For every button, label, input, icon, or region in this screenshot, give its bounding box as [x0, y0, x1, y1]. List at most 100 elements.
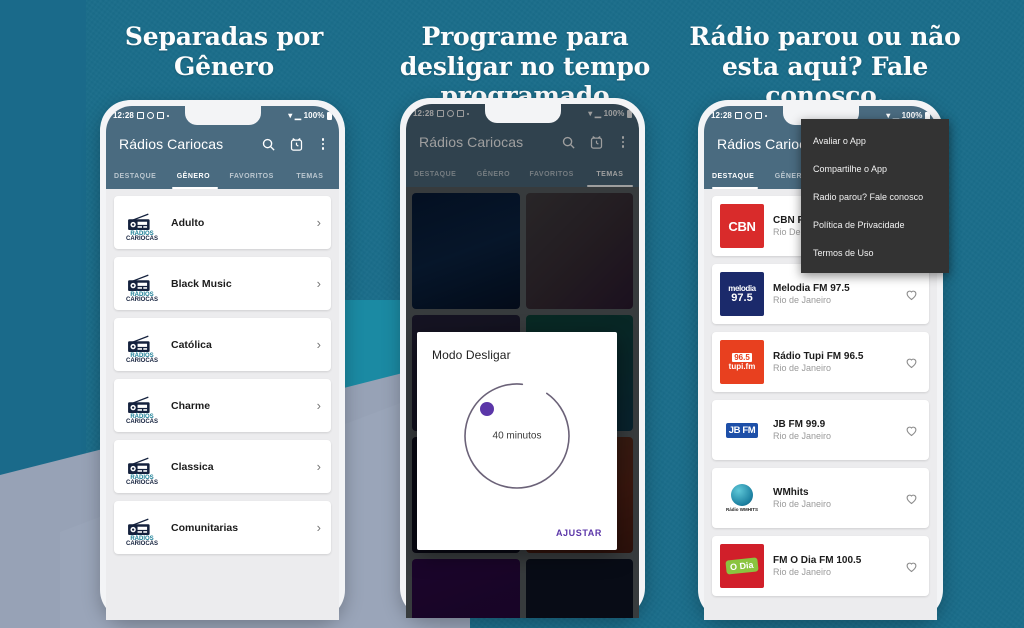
tab-favoritos[interactable]: FAVORITOS: [223, 173, 281, 180]
radio-logo-icon: RÁDIOS CARIOCAS: [123, 509, 161, 547]
station-text: WMhits Rio de Janeiro: [773, 486, 831, 511]
overflow-menu-item[interactable]: Termos de Uso: [801, 239, 949, 267]
chevron-right-icon: ›: [316, 276, 321, 291]
tab-destaque[interactable]: DESTAQUE: [704, 173, 762, 180]
favorite-heart-icon[interactable]: [904, 355, 919, 370]
phone-mockup-genres: 12:28 ▾ ▁ 100% Rádios Cariocas DESTAQUE …: [100, 100, 345, 620]
clock-icon: [744, 112, 752, 119]
svg-text:CARIOCAS: CARIOCAS: [126, 541, 158, 547]
more-dot-icon: [764, 114, 767, 117]
favorite-heart-icon[interactable]: [904, 287, 919, 302]
overflow-menu-icon[interactable]: [317, 138, 329, 150]
radio-logo-icon: RÁDIOS CARIOCAS: [123, 326, 161, 364]
heading-contact: Rádio parou ou não esta aqui? Fale conos…: [689, 22, 961, 110]
circular-time-slider[interactable]: 40 minutos: [453, 372, 581, 500]
tab-destaque[interactable]: DESTAQUE: [106, 173, 164, 180]
cbn-logo: CBN: [720, 204, 764, 248]
genre-list-item[interactable]: RÁDIOS CARIOCAS Adulto ›: [114, 196, 331, 249]
overflow-menu-item[interactable]: Política de Privacidade: [801, 211, 949, 239]
dialog-adjust-button[interactable]: AJUSTAR: [556, 528, 602, 538]
wmhits-logo: Rádio WMHITS: [720, 476, 764, 520]
more-dot-icon: [466, 112, 469, 115]
favorite-heart-icon[interactable]: [904, 423, 919, 438]
phone2-screen: 12:28 ▾ ▁ 100% Rádios Cariocas DESTAQUE …: [406, 104, 639, 618]
melodia-logo: melodia 97.5: [720, 272, 764, 316]
svg-text:CARIOCAS: CARIOCAS: [126, 236, 158, 242]
phone2-tabbar: DESTAQUE GÊNERO FAVORITOS TEMAS: [406, 161, 639, 187]
station-name: FM O Dia FM 100.5: [773, 554, 862, 566]
genre-list-item[interactable]: RÁDIOS CARIOCAS Católica ›: [114, 318, 331, 371]
chevron-right-icon: ›: [316, 398, 321, 413]
overflow-menu-popup: Avaliar o App Compartilhe o App Radio paro…: [801, 119, 949, 273]
station-text: JB FM 99.9 Rio de Janeiro: [773, 418, 831, 443]
battery-icon: [327, 111, 332, 120]
station-name: WMhits: [773, 486, 809, 498]
search-icon[interactable]: [261, 137, 276, 152]
radio-logo-icon: RÁDIOS CARIOCAS: [123, 448, 161, 486]
station-list-item[interactable]: O Dia FM O Dia FM 100.5 Rio de Janeiro: [712, 536, 929, 596]
radio-logo-icon: RÁDIOS CARIOCAS: [123, 387, 161, 425]
sleep-timer-icon[interactable]: [589, 135, 604, 150]
station-logo: Rádio WMHITS: [720, 476, 764, 520]
dialog-title: Modo Desligar: [432, 348, 511, 362]
statusbar-time: 12:28: [113, 111, 134, 120]
station-text: Rádio Tupi FM 96.5 Rio de Janeiro: [773, 350, 863, 375]
tupi-logo: 96.5 tupi.fm: [720, 340, 764, 384]
phone2-titlerow: Rádios Cariocas: [406, 123, 639, 161]
tab-genero[interactable]: GÊNERO: [464, 171, 522, 178]
tab-temas[interactable]: TEMAS: [581, 171, 639, 178]
favorite-heart-icon[interactable]: [904, 559, 919, 574]
tab-destaque[interactable]: DESTAQUE: [406, 171, 464, 178]
heading-genre: Separadas por Gênero: [124, 22, 324, 81]
tab-indicator: [712, 186, 758, 189]
genre-list-item[interactable]: RÁDIOS CARIOCAS Black Music ›: [114, 257, 331, 310]
search-icon[interactable]: [561, 135, 576, 150]
statusbar-time: 12:28: [413, 109, 434, 118]
phone1-screen: 12:28 ▾ ▁ 100% Rádios Cariocas DESTAQUE …: [106, 106, 339, 620]
odia-logo: O Dia: [720, 544, 764, 588]
station-city: Rio de Janeiro: [773, 566, 832, 577]
station-list-item[interactable]: 96.5 tupi.fm Rádio Tupi FM 96.5 Rio de Jane…: [712, 332, 929, 392]
genre-list-item[interactable]: RÁDIOS CARIOCAS Comunitarias ›: [114, 501, 331, 554]
phone2-actions: [561, 135, 629, 150]
phone1-notch: [184, 106, 261, 125]
sleep-mode-dialog: Modo Desligar 40 minutos AJUSTAR: [417, 332, 617, 550]
overflow-menu-icon[interactable]: [617, 136, 629, 148]
image-icon: [136, 112, 144, 119]
chevron-right-icon: ›: [316, 520, 321, 535]
station-logo: melodia 97.5: [720, 272, 764, 316]
tab-genero[interactable]: GÊNERO: [164, 173, 222, 180]
video-icon: [754, 112, 762, 119]
station-city: Rio de Janeiro: [773, 294, 832, 305]
sleep-timer-icon[interactable]: [289, 137, 304, 152]
tab-indicator: [172, 186, 218, 189]
overflow-menu-item[interactable]: Radio parou? Fale conosco: [801, 183, 949, 211]
radio-logo-icon: RÁDIOS CARIOCAS: [123, 265, 161, 303]
favorite-heart-icon[interactable]: [904, 491, 919, 506]
svg-text:CARIOCAS: CARIOCAS: [126, 480, 158, 486]
tab-favoritos[interactable]: FAVORITOS: [523, 171, 581, 178]
station-name: JB FM 99.9: [773, 418, 826, 430]
station-logo: O Dia: [720, 544, 764, 588]
phone-mockup-sleep-timer: 12:28 ▾ ▁ 100% Rádios Cariocas DESTAQUE …: [400, 98, 645, 618]
genre-list-item[interactable]: RÁDIOS CARIOCAS Charme ›: [114, 379, 331, 432]
station-list-item[interactable]: JB FM JB FM 99.9 Rio de Janeiro: [712, 400, 929, 460]
station-logo: 96.5 tupi.fm: [720, 340, 764, 384]
station-list-item[interactable]: Rádio WMHITS WMhits Rio de Janeiro: [712, 468, 929, 528]
overflow-menu-item[interactable]: Compartilhe o App: [801, 155, 949, 183]
tab-temas[interactable]: TEMAS: [281, 173, 339, 180]
station-list-item[interactable]: melodia 97.5 Melodia FM 97.5 Rio de Janeiro: [712, 264, 929, 324]
station-name: Rádio Tupi FM 96.5: [773, 350, 864, 362]
genre-label: Charme: [171, 399, 211, 412]
video-icon: [156, 112, 164, 119]
svg-text:CARIOCAS: CARIOCAS: [126, 419, 158, 425]
signal-icon: ▁: [294, 111, 302, 120]
overflow-menu-item[interactable]: Avaliar o App: [801, 127, 949, 155]
genre-list-item[interactable]: RÁDIOS CARIOCAS Classica ›: [114, 440, 331, 493]
genre-label: Classica: [171, 460, 214, 473]
app-title: Rádios Cariocas: [419, 134, 524, 150]
station-name: Melodia FM 97.5: [773, 282, 850, 294]
genre-label: Adulto: [171, 216, 205, 229]
phone1-tabbar: DESTAQUE GÊNERO FAVORITOS TEMAS: [106, 163, 339, 189]
phone-mockup-contact-menu: 12:28 ▾ ▁ 100% Rádios Cariocas DESTAQUE …: [698, 100, 949, 620]
